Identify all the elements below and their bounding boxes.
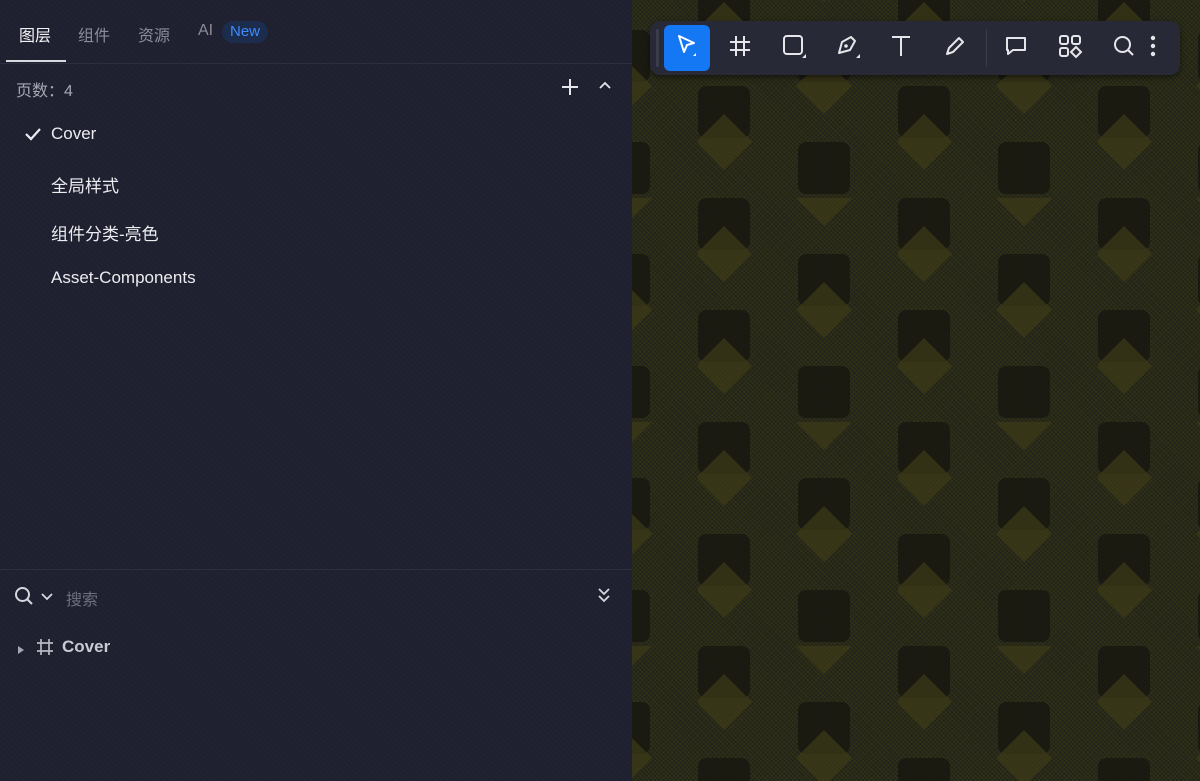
search-options-chevron-icon[interactable] xyxy=(40,590,54,609)
tab-assets[interactable]: 资源 xyxy=(138,22,170,46)
rectangle-icon xyxy=(781,33,807,64)
page-item-cover[interactable]: Cover xyxy=(51,124,96,144)
pen-tool-button[interactable] xyxy=(825,25,871,71)
tab-ai[interactable]: AI xyxy=(198,22,213,40)
text-tool-button[interactable] xyxy=(878,25,924,71)
add-page-icon[interactable] xyxy=(560,77,580,102)
new-badge: New xyxy=(222,21,269,43)
components-tool-button[interactable] xyxy=(1047,25,1093,71)
panel-divider[interactable] xyxy=(0,569,632,570)
pages-count: 页数：4 xyxy=(16,77,73,101)
page-item-asset-components[interactable]: Asset-Components xyxy=(51,268,196,288)
floating-toolbar xyxy=(650,21,1180,75)
expand-triangle-icon[interactable] xyxy=(17,642,25,660)
canvas-background-pattern xyxy=(632,0,1200,781)
toolbar-drag-handle[interactable] xyxy=(656,29,659,67)
layer-search: 搜索 xyxy=(0,580,632,612)
move-tool-button[interactable] xyxy=(664,25,710,71)
more-vertical-icon xyxy=(1150,35,1156,62)
design-canvas[interactable] xyxy=(632,0,1200,781)
search-icon xyxy=(1112,34,1136,63)
tab-components[interactable]: 组件 xyxy=(78,22,110,46)
hash-frame-icon xyxy=(728,34,752,63)
pages-count-label: 页数：4 xyxy=(16,83,73,100)
frame-tool-button[interactable] xyxy=(717,25,763,71)
rectangle-tool-button[interactable] xyxy=(771,25,817,71)
pencil-tool-button[interactable] xyxy=(932,25,978,71)
text-t-icon xyxy=(889,34,913,63)
page-item-global-styles[interactable]: 全局样式 xyxy=(51,172,119,197)
collapse-all-icon[interactable] xyxy=(596,586,612,609)
components-grid-icon xyxy=(1057,33,1083,64)
search-input[interactable]: 搜索 xyxy=(66,586,98,610)
frame-icon xyxy=(36,638,54,661)
pencil-icon xyxy=(943,34,967,63)
collapse-pages-icon[interactable] xyxy=(597,78,613,99)
search-icon[interactable] xyxy=(14,586,34,611)
pen-nib-icon xyxy=(835,33,861,64)
tab-layers[interactable]: 图层 xyxy=(19,22,51,46)
more-options-button[interactable] xyxy=(1140,25,1166,71)
page-item-component-categories[interactable]: 组件分类-亮色 xyxy=(51,220,159,245)
active-tab-indicator xyxy=(6,60,66,62)
comment-bubble-icon xyxy=(1004,34,1028,63)
layer-label: Cover xyxy=(62,637,111,656)
toolbar-separator xyxy=(986,29,987,67)
check-icon xyxy=(24,126,42,147)
panel-tabs: 图层 组件 资源 AI New xyxy=(0,0,632,64)
comment-tool-button[interactable] xyxy=(993,25,1039,71)
cursor-arrow-icon xyxy=(674,33,700,64)
layer-item-cover[interactable]: Cover xyxy=(0,632,632,662)
layers-panel: 图层 组件 资源 AI New 页数：4 Cover 全局样式 组件分类-亮色 … xyxy=(0,0,632,781)
